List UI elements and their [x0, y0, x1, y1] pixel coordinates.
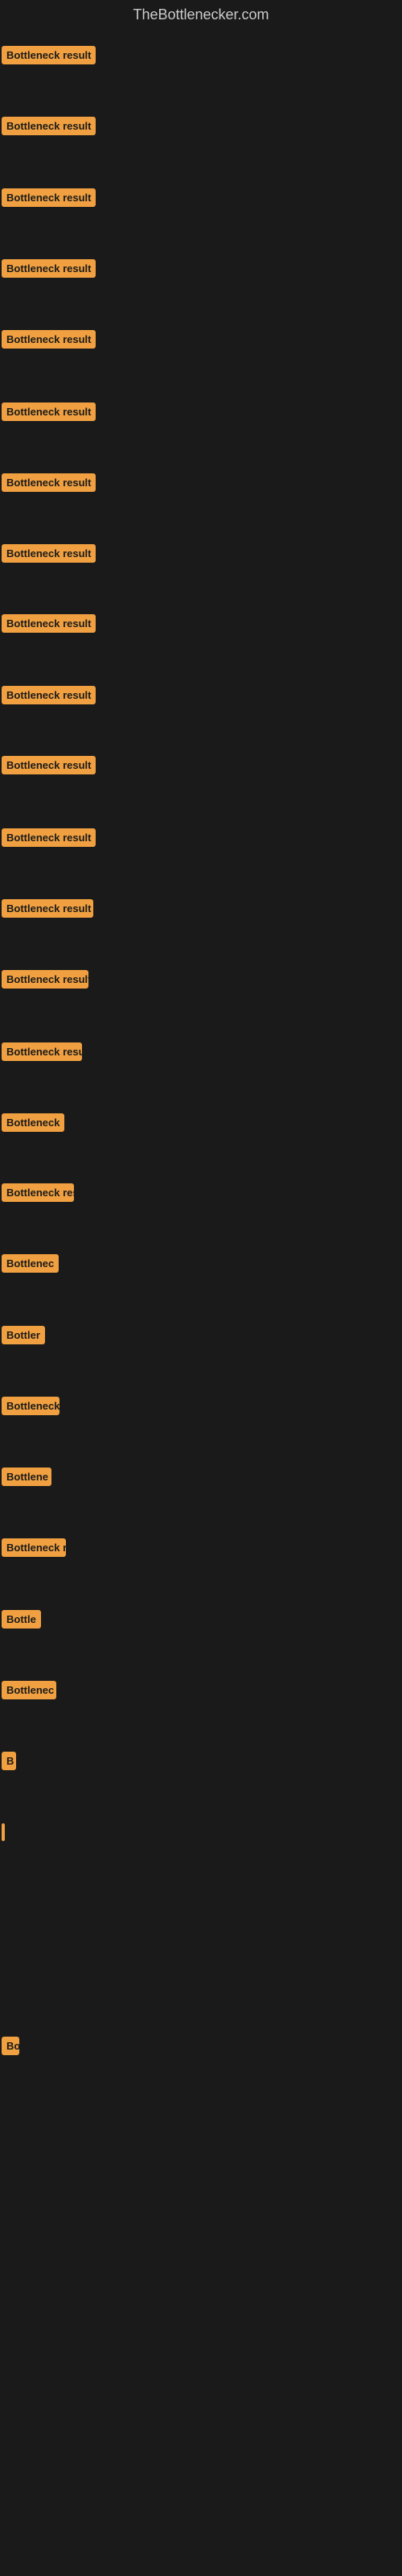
site-title: TheBottlenecker.com [0, 0, 402, 33]
bottleneck-badge: Bottleneck result [2, 970, 88, 989]
bottleneck-badge: B [2, 1752, 16, 1770]
list-item: Bottleneck result [2, 46, 96, 68]
bottleneck-badge: Bo [2, 2037, 19, 2055]
bottleneck-badge: Bottleneck result [2, 544, 96, 563]
list-item: Bottleneck result [2, 259, 96, 282]
list-item [2, 1823, 5, 1841]
bottleneck-badge: Bottleneck result [2, 46, 96, 64]
bottleneck-badge: Bottle [2, 1610, 41, 1629]
list-item: Bottleneck [2, 1397, 59, 1419]
list-item: Bottler [2, 1326, 45, 1348]
list-item: Bottleneck result [2, 330, 96, 353]
bottleneck-badge: Bottlenec [2, 1681, 56, 1699]
bottleneck-badge: Bottleneck result [2, 473, 96, 492]
list-item: Bottleneck resul [2, 1042, 82, 1065]
page-wrapper: TheBottlenecker.com Bottleneck result Bot… [0, 0, 402, 2576]
list-item: B [2, 1752, 16, 1774]
bottleneck-badge: Bottlene [2, 1468, 51, 1486]
list-item: Bottlene [2, 1468, 51, 1490]
bottleneck-badge: Bottleneck r [2, 1538, 66, 1557]
bottleneck-badge: Bottler [2, 1326, 45, 1344]
list-item: Bo [2, 2037, 19, 2059]
list-item: Bottlenec [2, 1681, 56, 1703]
list-item: Bottleneck result [2, 117, 96, 139]
list-item: Bottle [2, 1610, 41, 1633]
list-item: Bottleneck result [2, 899, 93, 922]
list-item: Bottleneck result [2, 756, 96, 778]
list-item: Bottleneck result [2, 544, 96, 567]
bottleneck-badge: Bottleneck res [2, 1183, 74, 1202]
bottleneck-badge: Bottleneck result [2, 756, 96, 774]
list-item: Bottlenec [2, 1254, 59, 1277]
list-item: Bottleneck result [2, 473, 96, 496]
list-item: Bottleneck r [2, 1538, 66, 1561]
bottleneck-badge: Bottleneck [2, 1397, 59, 1415]
list-item: Bottleneck result [2, 614, 96, 637]
list-item: Bottleneck [2, 1113, 64, 1136]
bottleneck-badge: Bottleneck result [2, 188, 96, 207]
bottleneck-badge: Bottlenec [2, 1254, 59, 1273]
list-item: Bottleneck result [2, 828, 96, 851]
list-item: Bottleneck result [2, 686, 96, 708]
bottleneck-badge: Bottleneck result [2, 402, 96, 421]
list-item: Bottleneck result [2, 402, 96, 425]
bottleneck-badge: Bottleneck result [2, 614, 96, 633]
list-item: Bottleneck res [2, 1183, 74, 1206]
bottleneck-badge: Bottleneck result [2, 259, 96, 278]
bottleneck-badge: Bottleneck resul [2, 1042, 82, 1061]
bottleneck-badge: Bottleneck result [2, 899, 93, 918]
bottleneck-badge: Bottleneck result [2, 330, 96, 349]
bottleneck-badge: Bottleneck [2, 1113, 64, 1132]
list-item: Bottleneck result [2, 188, 96, 211]
list-item: Bottleneck result [2, 970, 88, 993]
bottleneck-badge: Bottleneck result [2, 828, 96, 847]
bottleneck-badge: Bottleneck result [2, 117, 96, 135]
bottleneck-badge: Bottleneck result [2, 686, 96, 704]
